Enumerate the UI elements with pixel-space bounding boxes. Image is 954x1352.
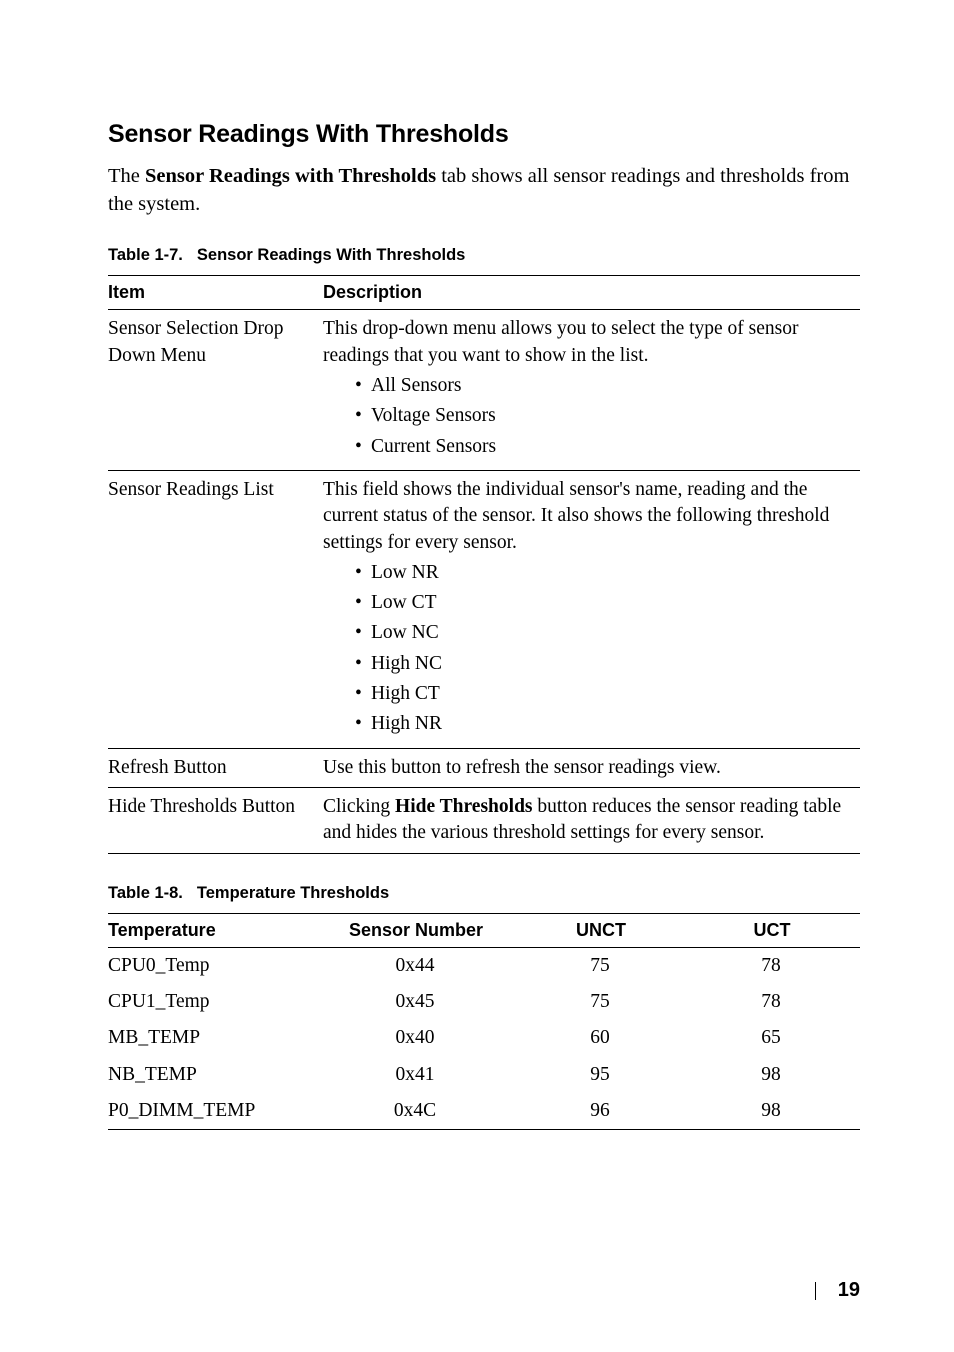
table2-caption-num: Table 1-8. xyxy=(108,884,183,902)
table-row: Refresh Button Use this button to refres… xyxy=(108,748,860,787)
bullet: Low CT xyxy=(355,590,854,616)
bullet: High NC xyxy=(355,651,854,677)
table1-caption-num: Table 1-7. xyxy=(108,246,183,264)
table-row: Hide Thresholds Button Clicking Hide Thr… xyxy=(108,788,860,854)
table-row: P0_DIMM_TEMP 0x4C 96 98 xyxy=(108,1093,860,1130)
page-number: 19 xyxy=(838,1279,860,1302)
intro-pre: The xyxy=(108,165,145,187)
table2-header-temp: Temperature xyxy=(108,913,318,947)
table-row: Sensor Selection Drop Down Menu This dro… xyxy=(108,310,860,471)
cell-sensor: 0x4C xyxy=(318,1093,518,1130)
footer-divider xyxy=(815,1282,816,1300)
bullet: High CT xyxy=(355,681,854,707)
bullet: All Sensors xyxy=(355,373,854,399)
bullet: Current Sensors xyxy=(355,434,854,460)
cell-sensor: 0x44 xyxy=(318,947,518,984)
table2-header-uct: UCT xyxy=(688,913,860,947)
cell-uct: 98 xyxy=(688,1093,860,1130)
cell-uct: 98 xyxy=(688,1057,860,1093)
desc-bold: Hide Thresholds xyxy=(395,796,532,817)
cell-unct: 96 xyxy=(518,1093,688,1130)
bullet: Low NC xyxy=(355,620,854,646)
cell-uct: 78 xyxy=(688,984,860,1020)
cell-item: Sensor Selection Drop Down Menu xyxy=(108,310,323,471)
cell-unct: 75 xyxy=(518,947,688,984)
cell-sensor: 0x41 xyxy=(318,1057,518,1093)
section-heading: Sensor Readings With Thresholds xyxy=(108,120,860,149)
bullet: Low NR xyxy=(355,560,854,586)
cell-unct: 75 xyxy=(518,984,688,1020)
desc-text: This field shows the individual sensor's… xyxy=(323,477,854,556)
cell-uct: 65 xyxy=(688,1020,860,1056)
cell-temp: CPU1_Temp xyxy=(108,984,318,1020)
bullets: All Sensors Voltage Sensors Current Sens… xyxy=(323,373,854,460)
table1-header-item: Item xyxy=(108,276,323,310)
cell-sensor: 0x45 xyxy=(318,984,518,1020)
cell-desc: Use this button to refresh the sensor re… xyxy=(323,748,860,787)
bullets: Low NR Low CT Low NC High NC High CT Hig… xyxy=(323,560,854,738)
cell-uct: 78 xyxy=(688,947,860,984)
desc-text: This drop-down menu allows you to select… xyxy=(323,316,854,369)
table-row: Sensor Readings List This field shows th… xyxy=(108,470,860,748)
table-row: CPU1_Temp 0x45 75 78 xyxy=(108,984,860,1020)
table2-header-sensor: Sensor Number xyxy=(318,913,518,947)
cell-desc: This field shows the individual sensor's… xyxy=(323,470,860,748)
cell-sensor: 0x40 xyxy=(318,1020,518,1056)
cell-item: Sensor Readings List xyxy=(108,470,323,748)
table-row: NB_TEMP 0x41 95 98 xyxy=(108,1057,860,1093)
bullet: Voltage Sensors xyxy=(355,403,854,429)
table1: Item Description Sensor Selection Drop D… xyxy=(108,275,860,853)
cell-desc: This drop-down menu allows you to select… xyxy=(323,310,860,471)
section-intro: The Sensor Readings with Thresholds tab … xyxy=(108,163,860,218)
cell-unct: 95 xyxy=(518,1057,688,1093)
table2-caption-title: Temperature Thresholds xyxy=(197,884,389,902)
intro-bold: Sensor Readings with Thresholds xyxy=(145,165,436,187)
table-row: CPU0_Temp 0x44 75 78 xyxy=(108,947,860,984)
bullet: High NR xyxy=(355,711,854,737)
table1-header-desc: Description xyxy=(323,276,860,310)
cell-item: Refresh Button xyxy=(108,748,323,787)
desc-pre: Clicking xyxy=(323,796,395,817)
cell-item: Hide Thresholds Button xyxy=(108,788,323,854)
cell-desc: Clicking Hide Thresholds button reduces … xyxy=(323,788,860,854)
table1-caption: Table 1-7. Sensor Readings With Threshold… xyxy=(108,246,860,265)
cell-temp: P0_DIMM_TEMP xyxy=(108,1093,318,1130)
table2: Temperature Sensor Number UNCT UCT CPU0_… xyxy=(108,913,860,1131)
table-row: MB_TEMP 0x40 60 65 xyxy=(108,1020,860,1056)
cell-unct: 60 xyxy=(518,1020,688,1056)
cell-temp: MB_TEMP xyxy=(108,1020,318,1056)
table2-caption: Table 1-8. Temperature Thresholds xyxy=(108,884,860,903)
page-footer: 19 xyxy=(815,1279,860,1302)
cell-temp: NB_TEMP xyxy=(108,1057,318,1093)
cell-temp: CPU0_Temp xyxy=(108,947,318,984)
table1-caption-title: Sensor Readings With Thresholds xyxy=(197,246,465,264)
table2-header-unct: UNCT xyxy=(518,913,688,947)
